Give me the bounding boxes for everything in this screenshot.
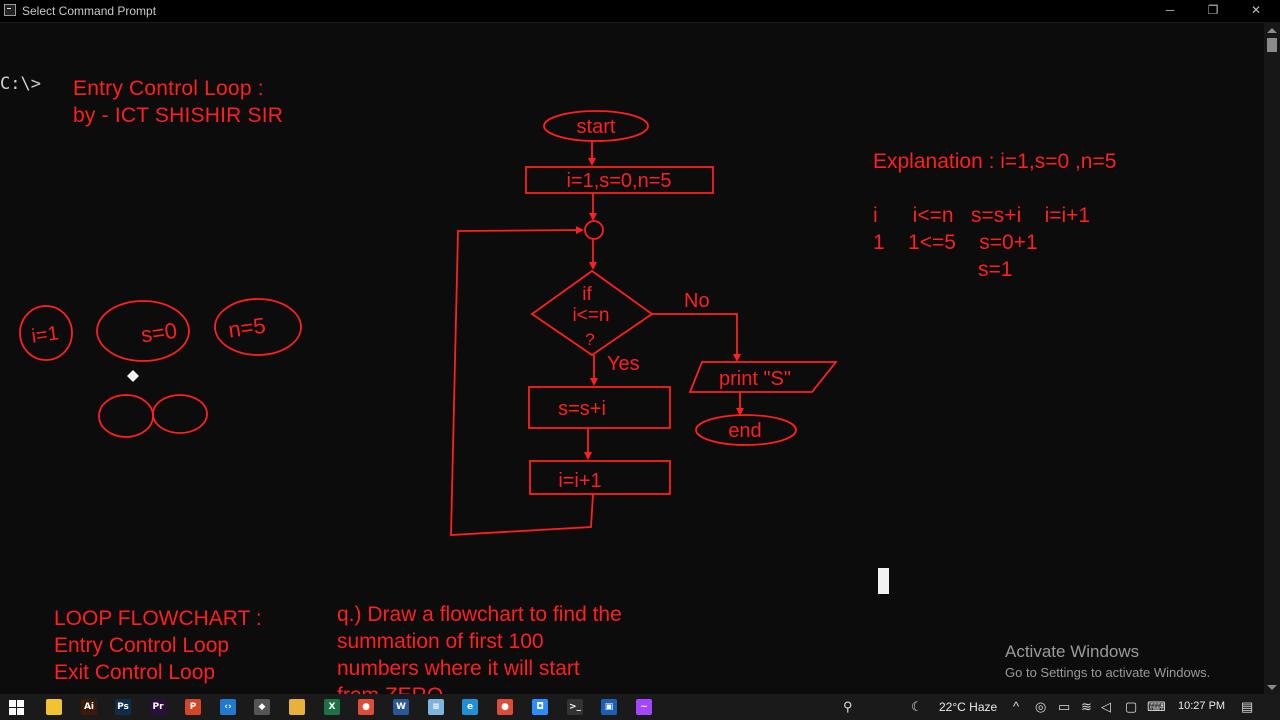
file-explorer-icon[interactable] [46,699,62,715]
no-branch-arrow [652,313,741,362]
folder-icon[interactable] [289,699,305,715]
incr-label: i=i+1 [558,470,601,492]
weather-icon[interactable]: ☾ [911,699,923,715]
sketch-label-i: i=1 [30,322,60,348]
windows-start-icon[interactable] [9,700,24,715]
excel-icon[interactable]: X [324,699,340,715]
sketch-circle-right [152,394,208,434]
notifications-icon[interactable]: ▤ [1241,699,1253,715]
sketch-label-s: s=0 [139,318,178,348]
flowchart-drawing: start i=1,s=0,n=5 if i<=n ? Yes No s=s+i… [19,110,838,536]
init-label: i=1,s=0,n=5 [566,170,671,192]
chrome-2-icon[interactable]: ● [497,699,513,715]
terminal-icon[interactable]: >_ [567,699,583,715]
scroll-up-arrow-icon[interactable] [1267,28,1277,33]
taskbar: Ai Ps Pr P ‹› ◆ X ● W ≡ e ● ◘ >_ ▣ ~ ⚲ ☾ 22°C Haze ^ ◎ … [0,694,1280,720]
camera-icon[interactable]: ◎ [1035,699,1046,715]
battery-icon[interactable]: ▭ [1058,699,1070,715]
weather-text[interactable]: 22°C Haze [939,700,997,714]
decision-label-cond: i<=n [573,305,610,326]
photoshop-icon[interactable]: Ps [115,699,131,715]
sketch-circle-left [98,394,154,438]
loop-connector [584,220,604,240]
start-label: start [577,116,616,138]
sum-label: s=s+i [558,398,606,420]
scroll-down-arrow-icon[interactable] [1267,685,1277,690]
zoom-icon[interactable]: ◘ [532,699,548,715]
premiere-icon[interactable]: Pr [150,699,166,715]
scroll-thumb[interactable] [1267,38,1277,52]
illustrator-icon[interactable]: Ai [81,699,97,715]
edge-icon[interactable]: e [462,699,478,715]
decision-label-q: ? [585,330,594,349]
sketch-label-n: n=5 [227,313,267,343]
screen-tool-icon[interactable]: ▣ [601,699,617,715]
end-label: end [728,420,761,442]
network-tool-icon[interactable]: ◆ [254,699,270,715]
keyboard-icon[interactable]: ⌨ [1147,699,1166,715]
chevron-up-icon[interactable]: ^ [1013,699,1019,714]
people-icon[interactable]: ⚲ [843,699,853,715]
vscode-icon[interactable]: ‹› [220,699,236,715]
no-label: No [684,290,710,312]
vertical-scrollbar[interactable] [1264,22,1280,694]
clock-time[interactable]: 10:27 PM [1178,700,1225,712]
volume-icon[interactable]: ◁ [1101,699,1111,715]
powerpoint-icon[interactable]: P [185,699,201,715]
messenger-icon[interactable]: ~ [636,699,652,715]
word-icon[interactable]: W [393,699,409,715]
chrome-icon[interactable]: ● [358,699,374,715]
print-label: print "S" [719,368,791,390]
wifi-icon[interactable]: ≋ [1081,699,1092,715]
decision-label-if: if [582,284,592,305]
notepad-icon[interactable]: ≡ [428,699,444,715]
edit-icon[interactable]: ▢ [1125,699,1137,715]
yes-label: Yes [607,353,640,375]
pointer-icon [127,370,139,382]
